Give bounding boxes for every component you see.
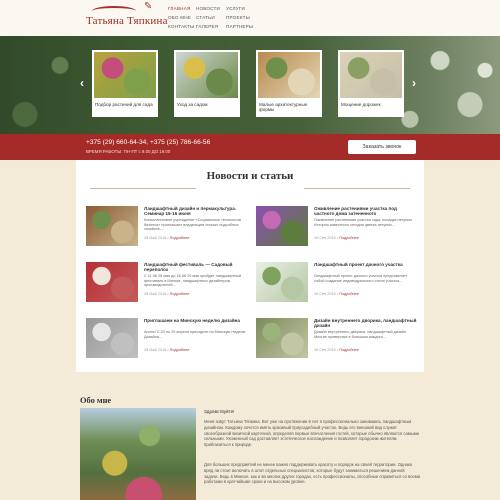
read-more-link[interactable]: Подробнее <box>339 292 359 296</box>
news-item[interactable]: Оживление растениями участка под частног… <box>256 206 416 250</box>
news-item[interactable]: Дизайн внутреннего дворика, ландшафтный … <box>256 318 416 362</box>
nav-item-gallery[interactable]: ГАЛЕРЕЯ <box>196 24 218 29</box>
news-section: Новости и статьи Ландшафтный дизайн и пе… <box>76 160 424 372</box>
news-thumbnail[interactable] <box>256 318 308 358</box>
slide-image <box>92 50 158 100</box>
news-item[interactable]: Ландшафтный дизайн и пермакультура. Семи… <box>86 206 246 250</box>
about-paragraph: Меня зовут Татьяна Тяпкина. Вот уже на п… <box>204 419 419 448</box>
slide-caption: Подбор растений для сада <box>92 100 158 117</box>
read-more-link[interactable]: Подробнее <box>339 348 359 352</box>
nav-item-partners[interactable]: ПАРТНЕРЫ <box>226 24 253 29</box>
working-hours: ВРЕМЯ РАБОТЫ: ПН-ПТ с 9.00 ДО 19.00 <box>86 149 171 154</box>
slide-caption: Мощение дорожек <box>338 100 404 117</box>
read-more-link[interactable]: Подробнее <box>170 292 190 296</box>
news-thumbnail[interactable] <box>86 318 138 358</box>
about-title: Обо мне <box>80 396 112 405</box>
news-item[interactable]: Приглашаем на Минскую неделю дизайна Ано… <box>86 318 246 362</box>
request-call-button[interactable]: Заказать звонок <box>348 140 416 154</box>
phone-numbers[interactable]: +375 (29) 660-64-34, +375 (25) 786-66-56 <box>86 139 210 146</box>
news-date-line: 16 Сен 2016 • Подробнее <box>314 236 359 240</box>
news-thumbnail[interactable] <box>86 262 138 302</box>
news-date-line: 28 Май 2016 • Подробнее <box>144 236 190 240</box>
slider-next-arrow-icon[interactable]: › <box>412 76 416 90</box>
news-date-line: 16 Сен 2016 • Подробнее <box>314 292 359 296</box>
nav-item-articles[interactable]: СТАТЬИ <box>196 15 215 20</box>
brush-icon: ✎ <box>144 1 153 12</box>
slide-card[interactable]: Мощение дорожек <box>338 50 404 117</box>
slide-caption: Уход за садом <box>174 100 240 117</box>
news-excerpt: Дизайн внутреннего дворика, ландшафтный … <box>314 330 408 339</box>
contact-bar: +375 (29) 660-64-34, +375 (25) 786-66-56… <box>0 134 500 160</box>
news-item[interactable]: Ландшафтный проект дачного участка Ландш… <box>256 262 416 306</box>
news-title[interactable]: Ландшафтный проект дачного участка <box>314 262 418 267</box>
news-excerpt: Анонс! С 23 по 29 апреля приходите на Ми… <box>144 330 246 339</box>
news-item[interactable]: Ландшафтный фестиваль — Садовый переполо… <box>86 262 246 306</box>
news-date-line: 28 Май 2016 • Подробнее <box>144 292 190 296</box>
logo-text: Татьяна Тяпкина <box>86 15 168 27</box>
read-more-link[interactable]: Подробнее <box>170 348 190 352</box>
slide-card[interactable]: Уход за садом <box>174 50 240 117</box>
nav-item-about[interactable]: ОБО МНЕ <box>168 15 191 20</box>
about-greeting: Здравствуйте! <box>204 409 235 414</box>
about-paragraph: Для больших предприятий не менее важно п… <box>204 462 420 485</box>
news-date: 28 Май 2016 <box>144 236 167 240</box>
news-excerpt: С 11.06 28 мая до 16.06 29 мая пройдет л… <box>144 274 242 288</box>
news-thumbnail[interactable] <box>86 206 138 246</box>
services-slider: ‹ › Подбор растений для сада Уход за сад… <box>0 36 500 134</box>
news-date-line: 16 Сен 2016 • Подробнее <box>314 348 359 352</box>
news-title[interactable]: Дизайн внутреннего дворика, ландшафтный … <box>314 318 418 328</box>
news-date: 28 Май 2016 <box>144 292 167 296</box>
nav-item-services[interactable]: УСЛУГИ <box>226 6 245 11</box>
news-title[interactable]: Оживление растениями участка под частног… <box>314 206 418 216</box>
slide-card[interactable]: Малые архитектурные формы <box>256 50 322 117</box>
read-more-link[interactable]: Подробнее <box>170 236 190 240</box>
portrait-photo <box>80 408 196 500</box>
divider <box>90 188 196 189</box>
news-date-line: 28 Май 2016 • Подробнее <box>144 348 190 352</box>
news-thumbnail[interactable] <box>256 262 308 302</box>
nav-item-home[interactable]: ГЛАВНАЯ <box>168 6 190 11</box>
slider-prev-arrow-icon[interactable]: ‹ <box>80 76 84 90</box>
nav-item-projects[interactable]: ПРОЕКТЫ <box>226 15 250 20</box>
nav-item-contacts[interactable]: КОНТАКТЫ <box>168 24 194 29</box>
read-more-link[interactable]: Подробнее <box>339 236 359 240</box>
news-title[interactable]: Ландшафтный фестиваль — Садовый переполо… <box>144 262 248 272</box>
news-title[interactable]: Приглашаем на Минскую неделю дизайна <box>144 318 248 323</box>
news-excerpt: Оживление растениями участка сада, посад… <box>314 218 413 227</box>
news-section-title: Новости и статьи <box>206 170 294 182</box>
news-title[interactable]: Ландшафтный дизайн и пермакультура. Семи… <box>144 206 248 216</box>
news-thumbnail[interactable] <box>256 206 308 246</box>
about-section: Обо мне Здравствуйте! Меня зовут Татьяна… <box>0 372 500 500</box>
news-date: 16 Сен 2016 <box>314 236 336 240</box>
nav-item-news[interactable]: НОВОСТИ <box>196 6 220 11</box>
news-excerpt: Ландшафтный проект дачного участка предс… <box>314 274 408 283</box>
news-excerpt: Консалтинговое учреждение «Социальные те… <box>144 218 241 232</box>
slide-image <box>174 50 240 100</box>
site-header: Татьяна Тяпкина ✎ ГЛАВНАЯ НОВОСТИ УСЛУГИ… <box>0 0 500 36</box>
slide-card[interactable]: Подбор растений для сада <box>92 50 158 117</box>
news-date: 16 Сен 2016 <box>314 348 336 352</box>
divider <box>304 188 410 189</box>
news-date: 16 Сен 2016 <box>314 292 336 296</box>
news-date: 28 Май 2016 <box>144 348 167 352</box>
slide-image <box>256 50 322 100</box>
slide-caption: Малые архитектурные формы <box>256 100 322 117</box>
slide-image <box>338 50 404 100</box>
